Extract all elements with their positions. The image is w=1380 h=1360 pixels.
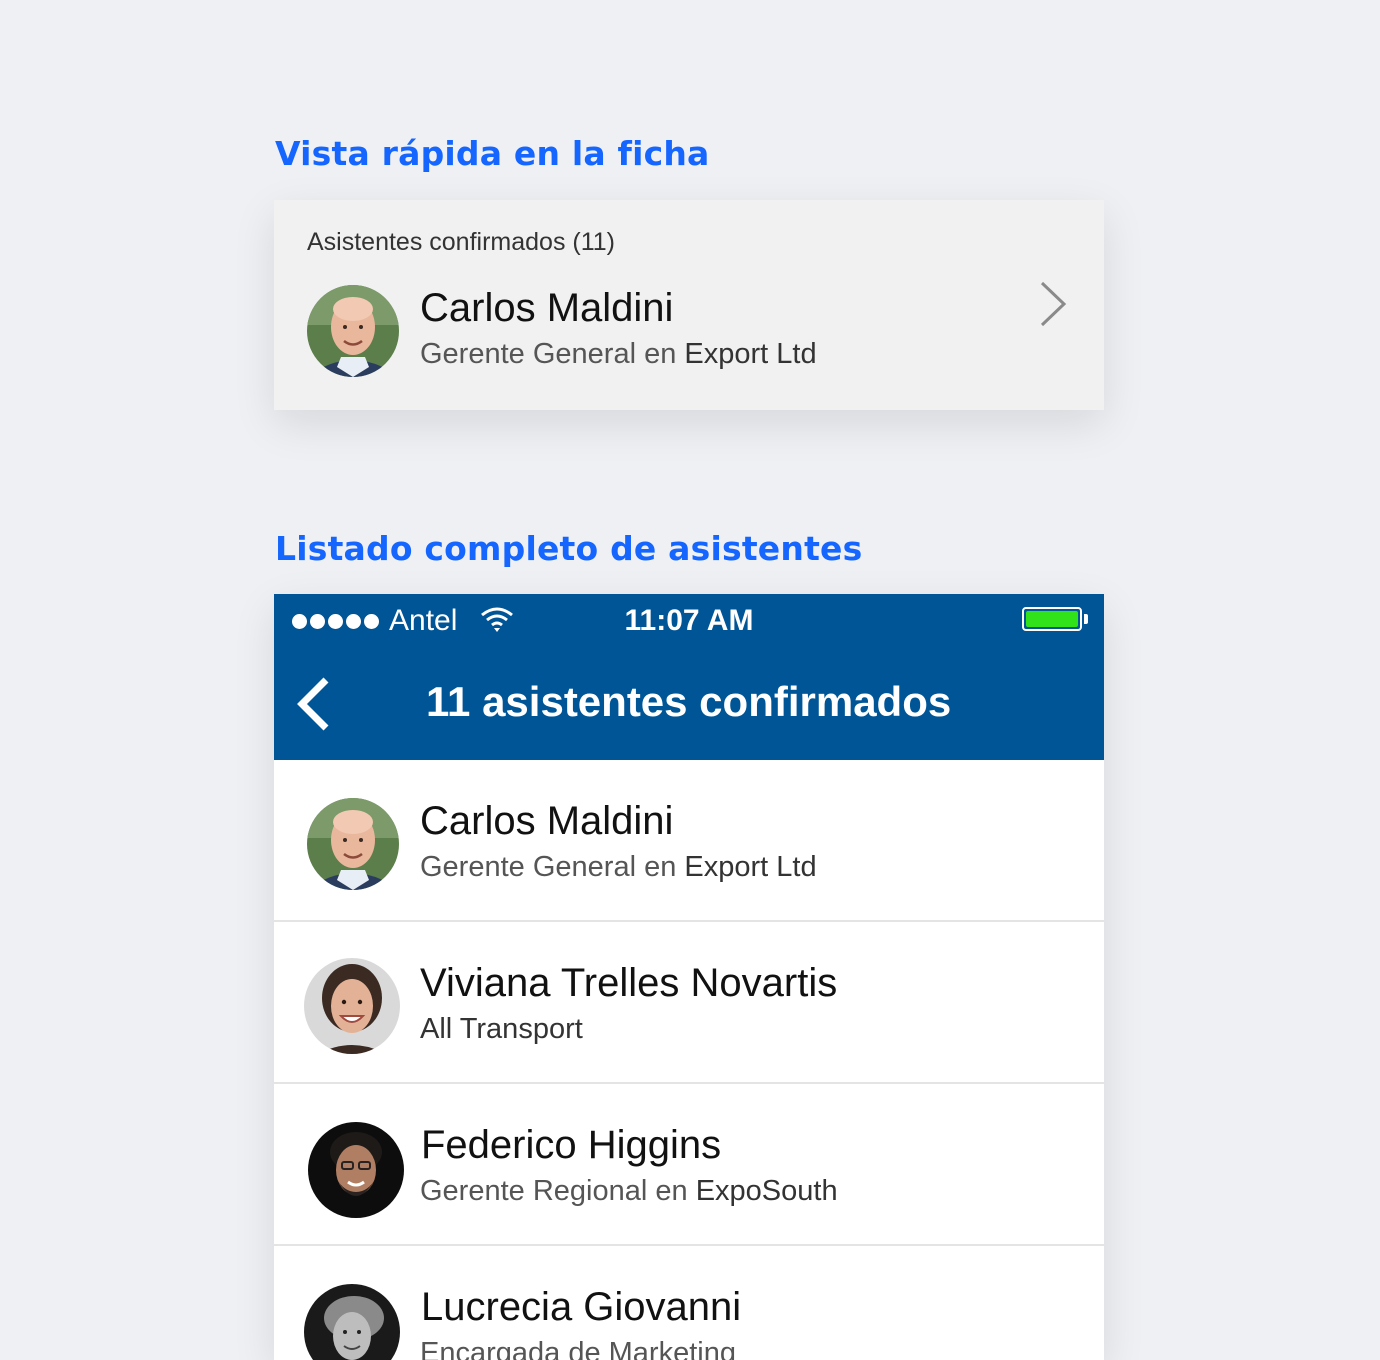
attendee-name: Federico Higgins [421,1123,722,1167]
attendees-count-header: Asistentes confirmados (11) [307,228,615,256]
role-text: Gerente General en [420,338,677,370]
role-text: Gerente General en [420,851,677,883]
attendee-name: Carlos Maldini [420,286,674,330]
role-text: Gerente Regional en [420,1175,688,1207]
nav-header: Antel 11:07 AM 11 asistentes confirmados [274,594,1104,760]
battery-tip [1084,614,1088,624]
list-item[interactable]: Carlos Maldini Gerente General en Export… [274,760,1104,922]
nav-title: 11 asistentes confirmados [426,678,952,725]
list-item[interactable]: Lucrecia Giovanni Encargada de Marketing [274,1246,1104,1360]
avatar [308,1122,404,1218]
attendee-role: Encargada de Marketing [420,1337,736,1360]
company-text: Export Ltd [684,851,817,883]
quick-view-card[interactable]: Asistentes confirmados (11) Carlos Maldi… [274,200,1104,410]
attendee-name: Carlos Maldini [420,799,674,843]
status-time: 11:07 AM [624,604,754,637]
attendee-role: Gerente Regional en ExpoSouth [420,1175,838,1208]
role-text: Encargada de Marketing [420,1337,736,1360]
attendee-role: All Transport [420,1013,583,1046]
quick-view-title: Vista rápida en la ficha [275,134,710,173]
avatar [307,285,399,377]
company-text: All Transport [420,1013,583,1045]
battery-level [1026,611,1078,627]
company-text: ExpoSouth [695,1175,838,1207]
attendee-role: Gerente General en Export Ltd [420,851,817,884]
avatar [304,958,400,1054]
battery-icon [1022,607,1082,631]
avatar [307,798,399,890]
list-item[interactable]: Federico Higgins Gerente Regional en Exp… [274,1084,1104,1246]
company-text: Export Ltd [684,338,817,370]
chevron-left-icon[interactable] [294,676,334,732]
avatar [304,1284,400,1360]
attendee-role: Gerente General en Export Ltd [420,338,817,371]
phone-screen: Antel 11:07 AM 11 asistentes confirmados [274,594,1104,1360]
attendee-name: Lucrecia Giovanni [421,1285,742,1329]
chevron-right-icon[interactable] [1037,280,1067,328]
full-list-title: Listado completo de asistentes [275,529,863,568]
attendee-name: Viviana Trelles Novartis [420,961,838,1005]
list-item[interactable]: Viviana Trelles Novartis All Transport [274,922,1104,1084]
